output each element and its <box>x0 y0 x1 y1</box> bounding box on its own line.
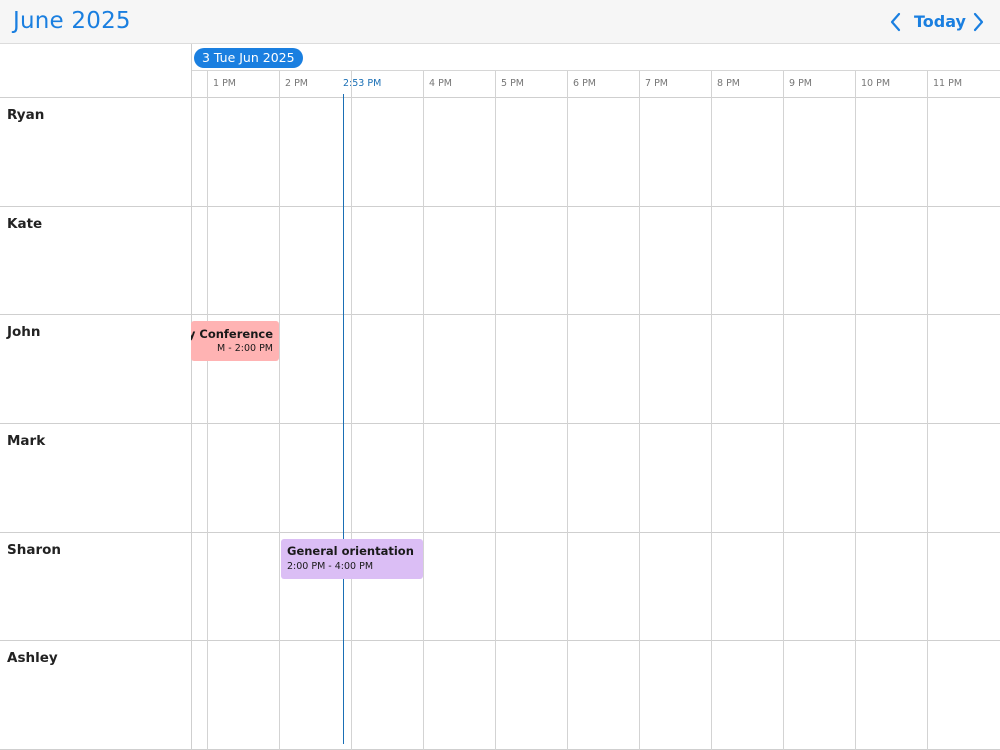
resource-row-sharon[interactable]: Sharon <box>0 533 1000 641</box>
event-card[interactable]: General orientation 2:00 PM - 4:00 PM <box>281 539 423 579</box>
resource-name: John <box>7 324 41 340</box>
month-title[interactable]: June 2025 <box>13 8 131 34</box>
hour-gridline <box>207 71 208 750</box>
hour-label: 6 PM <box>573 78 596 89</box>
calendar-toolbar: June 2025 Today <box>0 0 1000 44</box>
timeline-header: 3 Tue Jun 2025 1 PM2 PM3 PM4 PM5 PM6 PM7… <box>0 44 1000 98</box>
hour-gridline <box>279 71 280 750</box>
hour-label: 1 PM <box>213 78 236 89</box>
hour-label: 9 PM <box>789 78 812 89</box>
resource-name: Ashley <box>7 650 58 666</box>
resource-column-divider <box>191 44 192 750</box>
hour-gridline <box>567 71 568 750</box>
date-badge[interactable]: 3 Tue Jun 2025 <box>194 48 303 68</box>
event-time: 2:00 PM - 4:00 PM <box>287 561 374 572</box>
hour-gridline <box>927 71 928 750</box>
hour-label: 11 PM <box>933 78 963 89</box>
chevron-left-icon[interactable] <box>886 10 906 34</box>
hour-label: 5 PM <box>501 78 524 89</box>
resource-row-john[interactable]: John <box>0 315 1000 424</box>
resource-name: Mark <box>7 433 46 449</box>
event-time: M - 2:00 PM <box>217 343 273 354</box>
hour-gridline <box>783 71 784 750</box>
date-row-divider <box>191 70 1000 71</box>
hour-gridline <box>351 71 352 750</box>
hour-gridline <box>711 71 712 750</box>
hour-label: 2 PM <box>285 78 308 89</box>
resource-row-kate[interactable]: Kate <box>0 207 1000 315</box>
resource-row-ryan[interactable]: Ryan <box>0 98 1000 207</box>
hour-gridline <box>855 71 856 750</box>
current-time-label: 2:53 PM <box>343 78 382 89</box>
current-time-indicator <box>343 94 344 744</box>
hour-gridline <box>423 71 424 750</box>
event-card[interactable]: sity Conference M - 2:00 PM <box>191 321 279 361</box>
hour-label: 8 PM <box>717 78 740 89</box>
hour-gridline <box>495 71 496 750</box>
resource-name: Ryan <box>7 107 45 123</box>
event-title: General orientation <box>287 544 414 558</box>
resource-name: Kate <box>7 216 43 232</box>
resource-row-ashley[interactable]: Ashley <box>0 641 1000 750</box>
hour-label: 4 PM <box>429 78 452 89</box>
hour-label: 7 PM <box>645 78 668 89</box>
chevron-right-icon[interactable] <box>968 10 988 34</box>
hour-gridline <box>639 71 640 750</box>
event-title: sity Conference <box>191 327 273 341</box>
resource-name: Sharon <box>7 542 61 558</box>
hour-label: 10 PM <box>861 78 891 89</box>
today-button[interactable]: Today <box>914 12 966 31</box>
resource-row-mark[interactable]: Mark <box>0 424 1000 533</box>
